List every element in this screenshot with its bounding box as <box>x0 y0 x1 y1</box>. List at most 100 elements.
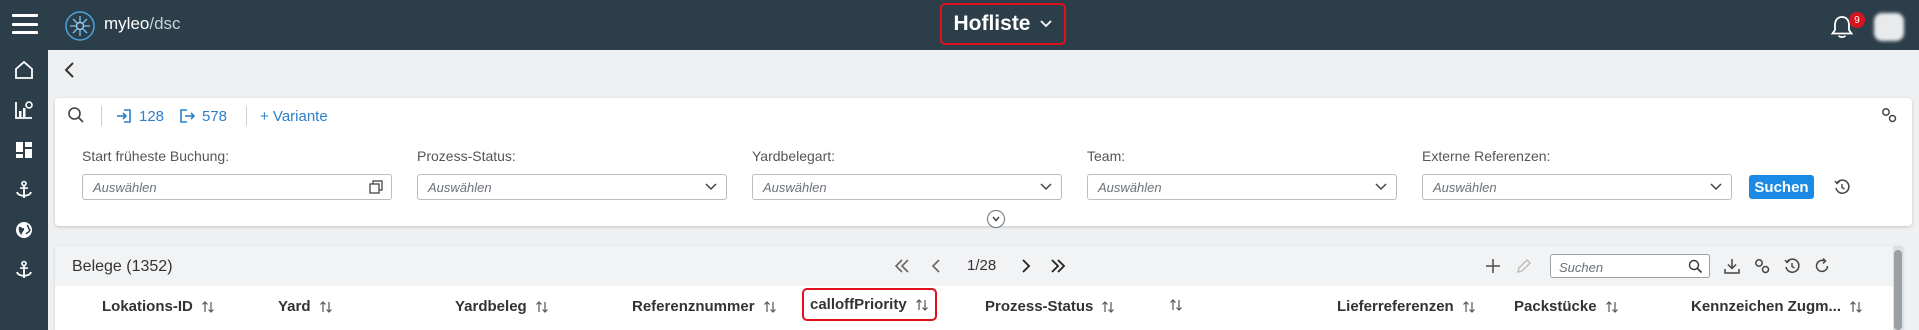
input-placeholder: Auswählen <box>1433 180 1497 195</box>
hamburger-menu-icon[interactable] <box>12 14 38 34</box>
sidebar-item-chart[interactable] <box>0 90 48 130</box>
anchor-icon <box>16 260 32 278</box>
input-placeholder: Auswählen <box>428 180 492 195</box>
filter-start-booking: Start früheste Buchung: Auswählen <box>82 148 392 200</box>
home-icon <box>15 60 33 79</box>
outbound-count-button[interactable]: 578 <box>178 107 227 125</box>
sort-icon <box>319 300 332 313</box>
column-label: Kennzeichen Zugm... <box>1691 298 1842 315</box>
input-placeholder: Auswählen <box>93 180 157 195</box>
logo-name: myleo <box>104 14 150 33</box>
sidebar-item-home[interactable] <box>0 50 48 90</box>
filter-panel: 128 578 + Variante Start früheste Buchun… <box>55 98 1912 228</box>
sort-icon <box>535 300 548 313</box>
process-status-select[interactable]: Auswählen <box>417 174 727 200</box>
sidebar-item-anchor-1[interactable] <box>0 170 48 210</box>
column-header-unnamed[interactable] <box>1161 298 1183 312</box>
external-references-select[interactable]: Auswählen <box>1422 174 1732 200</box>
inbound-count-button[interactable]: 128 <box>115 107 164 125</box>
sidebar-item-anchor-2[interactable] <box>0 250 48 290</box>
filter-label: Yardbelegart: <box>752 148 836 164</box>
next-page-icon[interactable] <box>1017 257 1035 275</box>
table-search-input[interactable]: Suchen <box>1550 254 1710 278</box>
notification-badge: 9 <box>1849 12 1865 28</box>
sort-icon <box>763 300 776 313</box>
table-toolbar: Belege (1352) 1/28 Suchen <box>55 246 1903 286</box>
sign-in-icon <box>117 109 131 123</box>
expand-filters-button[interactable] <box>987 210 1005 228</box>
download-icon[interactable] <box>1723 257 1741 275</box>
vertical-scrollbar[interactable] <box>1893 246 1903 330</box>
sort-icon <box>915 298 928 311</box>
first-page-icon[interactable] <box>893 257 911 275</box>
sidebar <box>0 50 48 330</box>
sort-icon <box>1462 300 1475 313</box>
documents-table: Belege (1352) 1/28 Suchen Lokations-ID Y… <box>55 246 1903 330</box>
column-label: Prozess-Status <box>985 298 1094 315</box>
search-button[interactable]: Suchen <box>1749 175 1814 199</box>
sidebar-item-dashboard[interactable] <box>0 130 48 170</box>
column-header-yard-document[interactable]: Yardbeleg <box>455 298 549 315</box>
column-header-yard[interactable]: Yard <box>278 298 333 315</box>
filter-team: Team: Auswählen <box>1087 148 1397 200</box>
table-title: Belege (1352) <box>72 258 173 275</box>
previous-page-icon[interactable] <box>927 257 945 275</box>
chevron-down-icon <box>1040 183 1052 191</box>
last-page-icon[interactable] <box>1049 257 1067 275</box>
sort-icon <box>201 300 214 313</box>
dashboard-icon <box>16 142 32 158</box>
page-title: Hofliste <box>953 12 1031 35</box>
add-icon[interactable] <box>1484 257 1502 275</box>
filter-toolbar: 128 578 + Variante <box>55 98 1912 132</box>
sort-icon <box>1605 300 1618 313</box>
start-booking-input[interactable]: Auswählen <box>82 174 392 200</box>
reset-filters-icon[interactable] <box>1833 178 1851 196</box>
add-variant-link[interactable]: + Variante <box>260 108 328 125</box>
edit-icon[interactable] <box>1515 257 1533 275</box>
settings-icon[interactable] <box>1880 106 1898 124</box>
refresh-icon[interactable] <box>1813 257 1831 275</box>
chart-icon <box>15 101 33 119</box>
filter-label: Start früheste Buchung: <box>82 148 230 164</box>
yard-doc-type-select[interactable]: Auswählen <box>752 174 1062 200</box>
search-placeholder: Suchen <box>1559 260 1604 275</box>
back-arrow-icon[interactable] <box>60 58 80 82</box>
app-logo-text: myleo/dsc <box>104 14 181 34</box>
page-indicator: 1/28 <box>967 257 997 274</box>
outbound-count: 578 <box>202 107 228 125</box>
scrollbar-thumb[interactable] <box>1894 250 1902 330</box>
toolbar-divider <box>246 106 247 126</box>
search-icon[interactable] <box>67 106 85 124</box>
toolbar-divider <box>101 106 102 126</box>
page-title-dropdown[interactable]: Hofliste <box>940 3 1066 45</box>
filter-external-references: Externe Referenzen: Auswählen <box>1422 148 1732 200</box>
user-avatar[interactable] <box>1874 13 1904 41</box>
column-header-packages[interactable]: Packstücke <box>1514 298 1619 315</box>
sort-icon <box>1850 300 1862 313</box>
column-label: Yard <box>278 298 311 315</box>
column-label: Lokations-ID <box>102 298 193 315</box>
history-icon[interactable] <box>1783 257 1801 275</box>
column-header-process-status[interactable]: Prozess-Status <box>985 298 1115 315</box>
inbound-count: 128 <box>139 107 165 125</box>
column-header-location-id[interactable]: Lokations-ID <box>102 298 215 315</box>
sort-icon <box>1170 299 1182 311</box>
chevron-down-icon <box>992 216 1000 222</box>
column-header-delivery-references[interactable]: Lieferreferenzen <box>1337 298 1476 315</box>
column-header-vehicle-plate[interactable]: Kennzeichen Zugm... <box>1691 298 1863 315</box>
input-placeholder: Auswählen <box>763 180 827 195</box>
column-header-calloff-priority[interactable]: calloffPriority <box>802 288 937 321</box>
column-header-reference-number[interactable]: Referenznummer <box>632 298 777 315</box>
chevron-down-icon <box>1375 183 1387 191</box>
filter-label: Team: <box>1087 148 1126 164</box>
top-bar: myleo/dsc Hofliste 9 <box>0 0 1919 50</box>
filter-label: Externe Referenzen: <box>1422 148 1551 164</box>
sign-out-icon <box>180 109 196 123</box>
column-label: Packstücke <box>1514 298 1597 315</box>
column-label: calloffPriority <box>810 296 907 313</box>
team-select[interactable]: Auswählen <box>1087 174 1397 200</box>
settings-icon[interactable] <box>1753 257 1771 275</box>
column-label: Lieferreferenzen <box>1337 298 1454 315</box>
sidebar-item-globe[interactable] <box>0 210 48 250</box>
input-placeholder: Auswählen <box>1098 180 1162 195</box>
